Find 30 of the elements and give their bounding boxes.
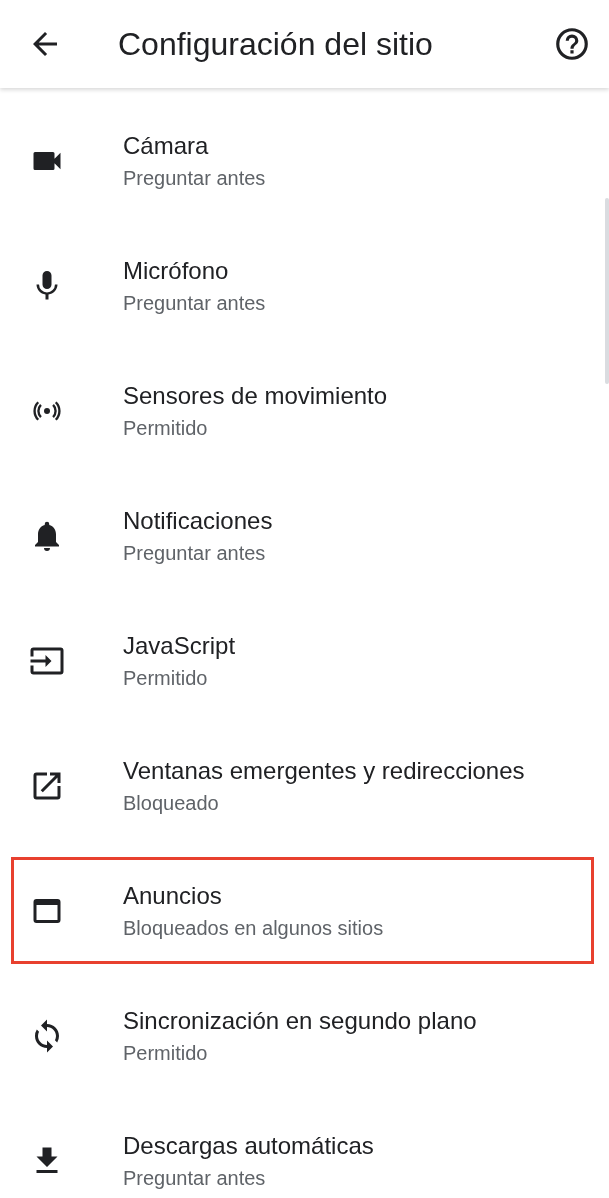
- setting-status: Bloqueados en algunos sitios: [123, 915, 384, 941]
- setting-row[interactable]: Micrófono Preguntar antes: [11, 232, 594, 339]
- setting-status: Bloqueado: [123, 790, 220, 816]
- setting-title: Ventanas emergentes y redirecciones: [123, 755, 525, 786]
- setting-title: Cámara: [123, 130, 210, 161]
- setting-title: Notificaciones: [123, 505, 273, 536]
- setting-title: Sincronización en segundo plano: [123, 1005, 477, 1036]
- setting-status: Permitido: [123, 665, 209, 691]
- setting-row[interactable]: Descargas automáticas Preguntar antes: [11, 1107, 594, 1198]
- setting-row[interactable]: Notificaciones Preguntar antes: [11, 482, 594, 589]
- setting-title: JavaScript: [123, 630, 236, 661]
- page-title: Configuración del sitio: [118, 25, 434, 63]
- setting-status: Preguntar antes: [123, 165, 266, 191]
- setting-status: Preguntar antes: [123, 540, 267, 566]
- setting-status: Preguntar antes: [123, 290, 266, 316]
- setting-row[interactable]: Cámara Preguntar antes: [11, 107, 594, 214]
- setting-title: Sensores de movimiento: [123, 380, 388, 411]
- setting-status: Permitido: [123, 1040, 209, 1066]
- setting-row[interactable]: Sensores de movimiento Permitido: [11, 357, 594, 464]
- setting-title: Micrófono: [123, 255, 230, 286]
- setting-row[interactable]: Sincronización en segundo plano Permitido: [11, 982, 594, 1089]
- setting-status: Permitido: [123, 415, 209, 441]
- help-icon[interactable]: [553, 25, 591, 63]
- highlighted-setting-row[interactable]: Anuncios Bloqueados en algunos sitios: [11, 857, 594, 964]
- setting-row[interactable]: Ventanas emergentes y redirecciones Bloqueado: [11, 732, 594, 839]
- setting-status: Preguntar antes: [123, 1165, 267, 1191]
- scrollbar[interactable]: [605, 198, 609, 384]
- setting-title: Anuncios: [123, 880, 223, 911]
- setting-title: Descargas automáticas: [123, 1130, 374, 1161]
- setting-row[interactable]: JavaScript Permitido: [11, 607, 594, 714]
